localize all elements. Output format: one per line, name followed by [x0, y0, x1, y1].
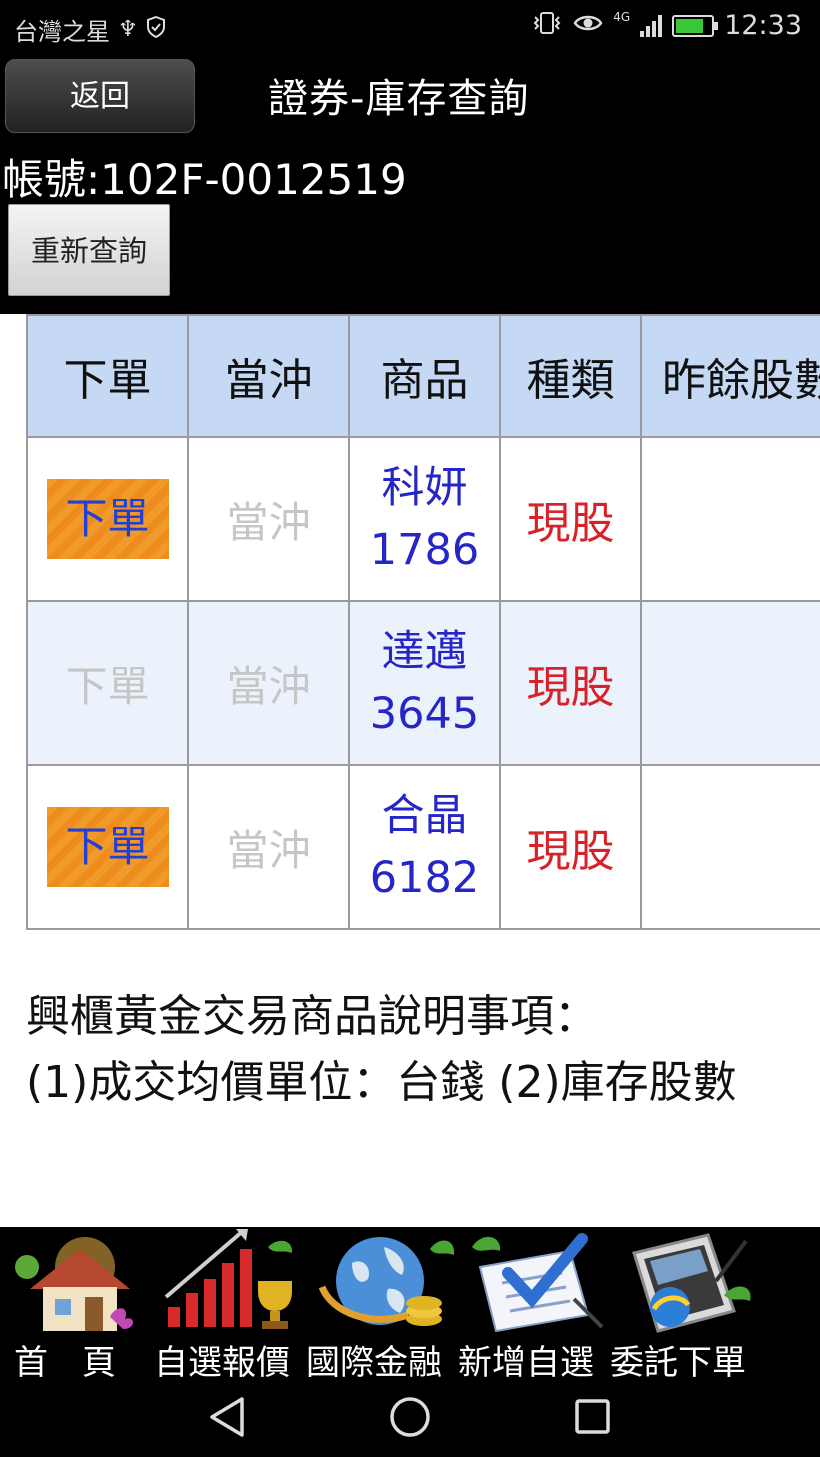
- notes-title: 興櫃黃金交易商品說明事項：: [26, 991, 598, 1042]
- page-title: 證券-庫存查詢: [268, 76, 530, 122]
- product-code[interactable]: 3645: [350, 683, 499, 745]
- column-header-prev-shares: 昨餘股數: [640, 314, 820, 438]
- type-cell: 現股: [499, 764, 642, 930]
- recents-nav-icon[interactable]: [575, 1399, 610, 1434]
- nav-watchlist-quote-label[interactable]: 自選報價: [154, 1335, 306, 1384]
- daytrade-button: 當沖: [226, 497, 311, 547]
- stock-type: 現股: [526, 498, 615, 549]
- prev-shares-cell: [640, 436, 820, 602]
- system-nav-bar: [0, 1387, 820, 1457]
- stock-type: 現股: [526, 826, 615, 877]
- nav-add-watchlist-label[interactable]: 新增自選: [458, 1335, 610, 1384]
- home-nav-icon[interactable]: [390, 1397, 430, 1437]
- vibrate-icon: [531, 11, 563, 41]
- stock-type: 現股: [526, 662, 615, 713]
- type-cell: 現股: [499, 436, 642, 602]
- order-cell: 下單: [26, 764, 189, 930]
- back-button[interactable]: 返回: [5, 59, 195, 133]
- battery-icon: [672, 14, 719, 37]
- checklist-icon[interactable]: [462, 1227, 612, 1337]
- app-header: 返回 證券-庫存查詢 帳號:102F-0012519 重新查詢: [0, 58, 820, 314]
- order-cell: 下單: [26, 436, 189, 602]
- product-name[interactable]: 達邁: [350, 621, 499, 683]
- order-button[interactable]: 下單: [46, 479, 169, 559]
- order-button[interactable]: 下單: [46, 807, 169, 887]
- status-bar: 台灣之星 ♆ 4G 12:33: [0, 0, 820, 58]
- requery-button[interactable]: 重新查詢: [8, 204, 170, 296]
- signal-icon: [640, 14, 663, 37]
- column-header-order: 下單: [26, 314, 189, 438]
- order-button-disabled: 下單: [65, 661, 150, 711]
- product-cell[interactable]: 合晶 6182: [348, 764, 501, 930]
- back-nav-icon[interactable]: [210, 1397, 244, 1437]
- nav-intl-finance-label[interactable]: 國際金融: [306, 1335, 458, 1384]
- table-row[interactable]: 下單 當沖 合晶 6182 現股: [26, 764, 820, 930]
- usb-icon: ♆: [118, 17, 138, 42]
- product-name[interactable]: 合晶: [350, 785, 499, 847]
- nav-place-order-label[interactable]: 委託下單: [610, 1335, 762, 1384]
- account-number: 帳號:102F-0012519: [2, 155, 407, 204]
- prev-shares-cell: [640, 600, 820, 766]
- order-cell: 下單: [26, 600, 189, 766]
- column-header-product: 商品: [348, 314, 501, 438]
- chart-trophy-icon[interactable]: [158, 1227, 308, 1337]
- product-code[interactable]: 1786: [350, 519, 499, 581]
- inventory-table[interactable]: 下單 當沖 商品 種類 昨餘股數 下單 當沖 科妍 1786: [26, 314, 820, 930]
- globe-coins-icon[interactable]: [312, 1227, 462, 1337]
- product-cell[interactable]: 科妍 1786: [348, 436, 501, 602]
- notes-section: 興櫃黃金交易商品說明事項： (1)成交均價單位：台錢 (2)庫存股數: [26, 984, 820, 1116]
- home-icon[interactable]: [5, 1227, 155, 1337]
- clock: 12:33: [724, 10, 802, 41]
- daytrade-button: 當沖: [226, 661, 311, 711]
- table-header-row: 下單 當沖 商品 種類 昨餘股數: [26, 314, 820, 438]
- table-row[interactable]: 下單 當沖 達邁 3645 現股: [26, 600, 820, 766]
- table-row[interactable]: 下單 當沖 科妍 1786 現股: [26, 436, 820, 602]
- column-header-daytrade: 當沖: [187, 314, 350, 438]
- product-name[interactable]: 科妍: [350, 457, 499, 519]
- carrier-name: 台灣之星: [14, 18, 110, 46]
- notes-line: (1)成交均價單位：台錢 (2)庫存股數: [26, 1057, 737, 1108]
- product-cell[interactable]: 達邁 3645: [348, 600, 501, 766]
- product-code[interactable]: 6182: [350, 847, 499, 909]
- tablet-order-icon[interactable]: [612, 1227, 762, 1337]
- daytrade-cell: 當沖: [187, 600, 350, 766]
- column-header-type: 種類: [499, 314, 642, 438]
- daytrade-cell: 當沖: [187, 436, 350, 602]
- type-cell: 現股: [499, 600, 642, 766]
- eye-icon: [573, 12, 603, 40]
- prev-shares-cell: [640, 764, 820, 930]
- network-type-icon: 4G: [613, 10, 631, 24]
- nav-home-label[interactable]: 首 頁: [14, 1335, 154, 1384]
- shield-icon: [146, 15, 166, 44]
- bottom-nav: 首 頁 自選報價 國際金融 新增自選 委託下單: [0, 1227, 820, 1387]
- daytrade-cell: 當沖: [187, 764, 350, 930]
- nav-labels: 首 頁 自選報價 國際金融 新增自選 委託下單: [14, 1335, 762, 1384]
- daytrade-button: 當沖: [226, 825, 311, 875]
